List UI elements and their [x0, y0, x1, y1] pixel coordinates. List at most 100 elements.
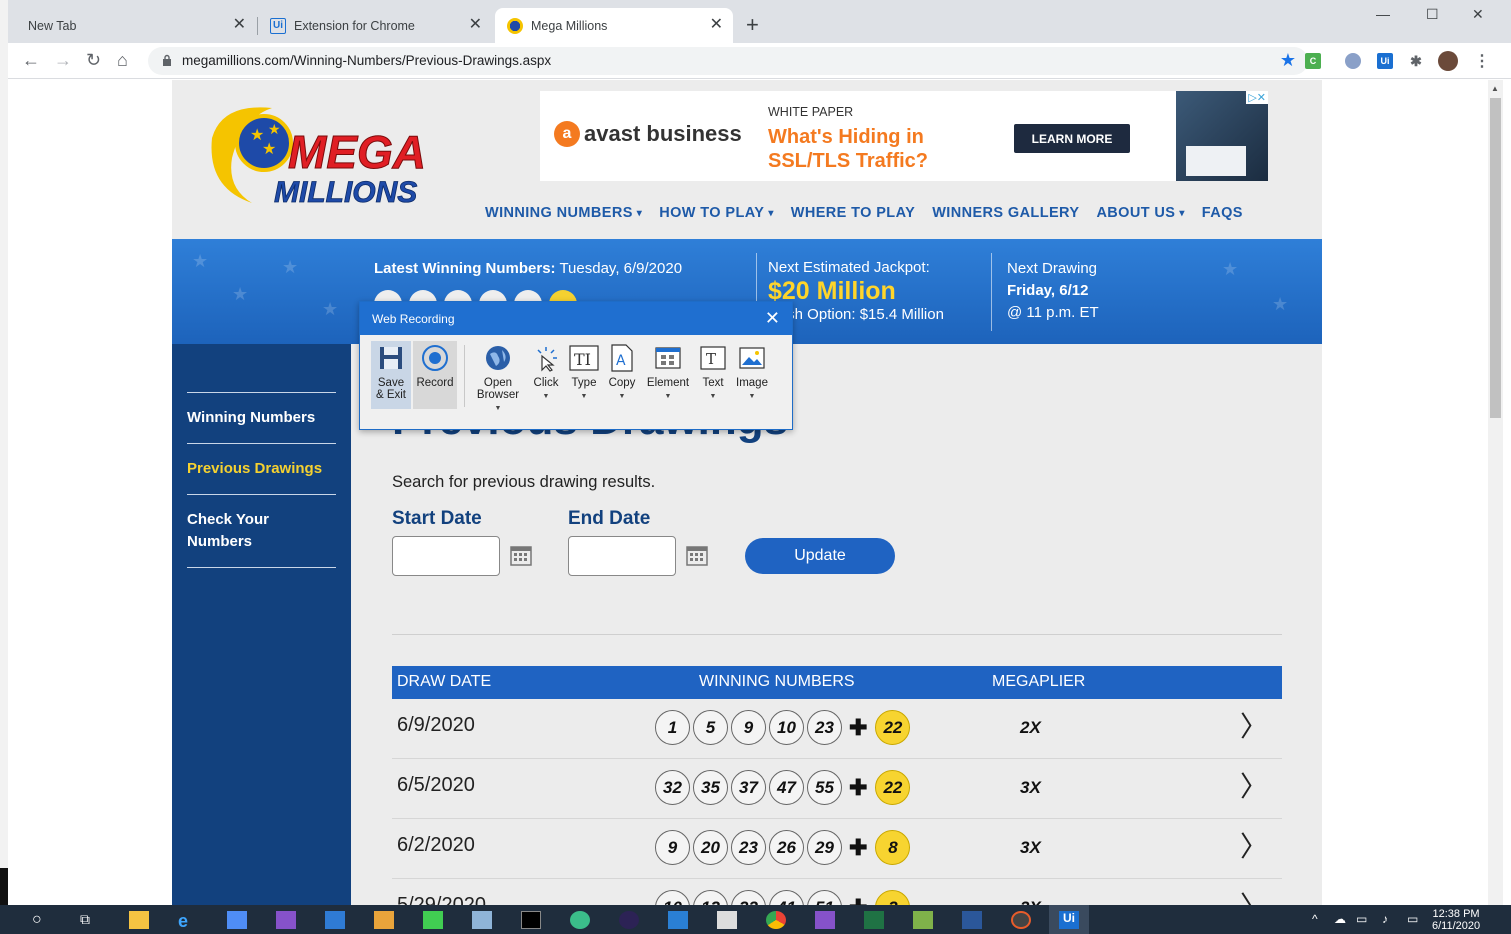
- taskbar-clock[interactable]: 12:38 PM 6/11/2020: [1432, 908, 1480, 932]
- type-button[interactable]: TI Type ▼: [568, 343, 600, 403]
- menu-kebab-icon[interactable]: ⋮: [1474, 53, 1490, 70]
- bookmark-star-icon[interactable]: ★: [1280, 50, 1296, 71]
- task-view-icon[interactable]: ⧉: [80, 911, 100, 929]
- table-row[interactable]: 6/9/2020 1 5 9 10 23 ✚ 22 2X 〉: [392, 699, 1282, 759]
- image-button[interactable]: Image ▼: [734, 343, 770, 403]
- puzzle-extensions-icon[interactable]: ✱: [1408, 53, 1424, 69]
- maximize-icon[interactable]: ☐: [1426, 6, 1439, 23]
- display-icon[interactable]: ▭: [1407, 912, 1418, 926]
- web-recording-dialog: Web Recording ✕ Save & Exit Record Open …: [359, 301, 793, 430]
- update-button[interactable]: Update: [745, 538, 895, 574]
- visual-studio-icon[interactable]: [815, 911, 835, 929]
- nav-how-to-play[interactable]: HOW TO PLAY ▾: [659, 205, 774, 221]
- sidebar-item-previous-drawings[interactable]: Previous Drawings: [187, 458, 322, 480]
- next-drawing-day: Friday, 6/12: [1007, 282, 1089, 299]
- reload-icon[interactable]: ↻: [86, 51, 101, 69]
- network-icon[interactable]: ▭: [1356, 912, 1367, 926]
- excel-icon[interactable]: [864, 911, 884, 929]
- search-circle-icon[interactable]: ○: [32, 911, 52, 929]
- mega-millions-logo[interactable]: ★ ★ ★ MEGA MILLIONS: [202, 98, 442, 213]
- edge-browser-icon[interactable]: e: [178, 911, 198, 931]
- onedrive-cloud-icon[interactable]: ☁: [1334, 912, 1346, 926]
- app-icon[interactable]: [913, 911, 933, 929]
- open-browser-button[interactable]: Open Browser ▼: [472, 343, 524, 415]
- back-arrow-icon[interactable]: ←: [22, 51, 40, 69]
- copy-button[interactable]: A Copy ▼: [606, 343, 638, 403]
- store-icon[interactable]: [227, 911, 247, 929]
- nav-winning-numbers[interactable]: WINNING NUMBERS ▾: [485, 205, 642, 221]
- qt-icon[interactable]: [423, 911, 443, 929]
- chevron-right-icon[interactable]: 〉: [1240, 833, 1268, 861]
- nav-winners-gallery[interactable]: WINNERS GALLERY: [932, 205, 1079, 221]
- home-icon[interactable]: ⌂: [117, 51, 128, 69]
- sidebar-item-winning-numbers[interactable]: Winning Numbers: [187, 407, 315, 429]
- intro-text: Search for previous drawing results.: [392, 473, 656, 491]
- uipath-extension-icon[interactable]: Ui: [1377, 53, 1393, 69]
- vscode-icon[interactable]: [668, 911, 688, 929]
- sidebar-item-check-your-numbers[interactable]: Check Your Numbers: [187, 509, 307, 553]
- table-row[interactable]: 6/5/2020 32 35 37 47 55 ✚ 22 3X 〉: [392, 759, 1282, 819]
- app-icon[interactable]: [374, 911, 394, 929]
- page-scrollbar[interactable]: ▲: [1488, 80, 1503, 905]
- tray-chevron-up-icon[interactable]: ^: [1312, 912, 1318, 926]
- new-tab-plus-icon[interactable]: +: [746, 14, 759, 36]
- end-date-input[interactable]: [568, 536, 676, 576]
- cors-extension-icon[interactable]: C: [1305, 53, 1321, 69]
- tab-extension-for-chrome[interactable]: Ui Extension for Chrome ✕: [258, 8, 492, 43]
- winning-numbers: 10 13 32 41 51 ✚ 3: [655, 890, 913, 905]
- terminal-icon[interactable]: [521, 911, 541, 929]
- nav-where-to-play[interactable]: WHERE TO PLAY: [791, 205, 915, 221]
- window-close-icon[interactable]: ✕: [1472, 6, 1484, 23]
- chevron-right-icon[interactable]: 〉: [1240, 893, 1268, 906]
- element-button[interactable]: Element ▼: [644, 343, 692, 403]
- close-icon[interactable]: ✕: [469, 17, 482, 33]
- nav-faqs[interactable]: FAQS: [1202, 205, 1243, 221]
- forward-arrow-icon[interactable]: →: [54, 51, 72, 69]
- record-button[interactable]: Record: [415, 343, 455, 389]
- advertisement-banner[interactable]: a avast business WHITE PAPER What's Hidin…: [540, 91, 1268, 181]
- mega-millions-site: ★ ★ ★ MEGA MILLIONS a avast business WHIT…: [172, 80, 1322, 905]
- close-icon[interactable]: ✕: [233, 17, 246, 33]
- mail-icon[interactable]: [325, 911, 345, 929]
- adchoices-icon[interactable]: ▷✕: [1246, 91, 1268, 104]
- text-button[interactable]: T Text ▼: [697, 343, 729, 403]
- maps-icon[interactable]: [570, 911, 590, 929]
- file-explorer-icon[interactable]: [129, 911, 149, 929]
- profile-avatar[interactable]: [1438, 51, 1458, 71]
- calendar-icon[interactable]: [510, 544, 532, 566]
- click-button[interactable]: Click ▼: [530, 343, 562, 403]
- close-icon[interactable]: ✕: [765, 308, 780, 329]
- app-icon[interactable]: [472, 911, 492, 929]
- app-icon[interactable]: [717, 911, 737, 929]
- close-icon[interactable]: ✕: [710, 17, 723, 33]
- chevron-right-icon[interactable]: 〉: [1240, 713, 1268, 741]
- next-drawing-label: Next Drawing: [1007, 260, 1098, 277]
- address-bar[interactable]: megamillions.com/Winning-Numbers/Previou…: [148, 47, 1308, 75]
- tool-label: Type: [571, 377, 597, 389]
- ad-learn-more-button[interactable]: LEARN MORE: [1014, 124, 1130, 153]
- save-exit-button[interactable]: Save & Exit: [373, 343, 409, 401]
- tab-new-tab[interactable]: New Tab ✕: [16, 8, 258, 43]
- chevron-right-icon[interactable]: 〉: [1240, 773, 1268, 801]
- scroll-up-icon[interactable]: ▲: [1491, 84, 1499, 93]
- nav-about-us[interactable]: ABOUT US ▾: [1096, 205, 1184, 221]
- table-row[interactable]: 6/2/2020 9 20 23 26 29 ✚ 8 3X 〉: [392, 819, 1282, 879]
- start-date-input[interactable]: [392, 536, 500, 576]
- app-icon[interactable]: [1011, 911, 1031, 929]
- scrollbar-thumb[interactable]: [1490, 98, 1501, 418]
- tab-mega-millions[interactable]: Mega Millions ✕: [495, 8, 733, 43]
- extension-icon[interactable]: [1345, 53, 1361, 69]
- megaplier-value: 2X: [1020, 898, 1041, 905]
- visual-studio-icon[interactable]: [276, 911, 296, 929]
- minimize-icon[interactable]: —: [1376, 6, 1390, 22]
- table-row[interactable]: 5/29/2020 10 13 32 41 51 ✚ 3 2X 〉: [392, 879, 1282, 905]
- volume-icon[interactable]: ♪: [1382, 912, 1388, 926]
- chrome-icon[interactable]: [766, 911, 786, 929]
- eclipse-icon[interactable]: [619, 911, 639, 929]
- start-date-label: Start Date: [392, 508, 482, 529]
- uipath-studio-icon[interactable]: Ui: [1059, 911, 1079, 929]
- ad-thumbnail-page: [1186, 146, 1246, 176]
- calendar-icon[interactable]: [686, 544, 708, 566]
- word-icon[interactable]: [962, 911, 982, 929]
- draw-date: 6/5/2020: [397, 774, 475, 796]
